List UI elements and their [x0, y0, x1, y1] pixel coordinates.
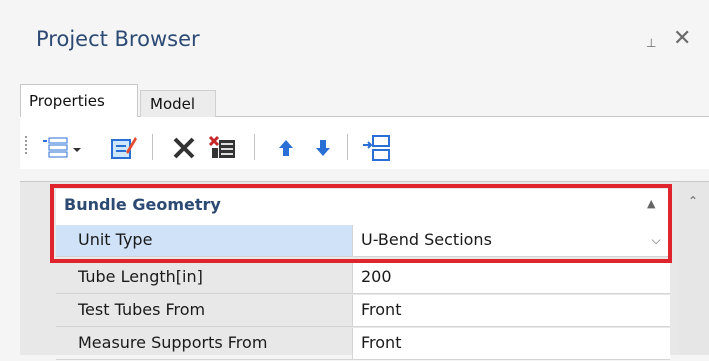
pin-icon[interactable]: ⊥ — [646, 36, 656, 50]
move-down-button[interactable] — [309, 132, 337, 164]
property-name: Tube Length[in] — [56, 262, 353, 294]
property-name: Test Tubes From — [56, 295, 353, 327]
panel-title: Project Browser — [36, 27, 200, 51]
move-up-button[interactable] — [272, 132, 300, 164]
property-row-tube-length[interactable]: Tube Length[in] 200 — [56, 262, 670, 295]
toolbar-separator — [254, 134, 255, 160]
toolbar-separator — [152, 134, 153, 160]
move-up-icon — [279, 140, 293, 156]
split-button[interactable] — [360, 132, 394, 164]
split-icon — [363, 135, 390, 161]
edit-properties-button[interactable] — [107, 132, 139, 164]
close-icon[interactable]: ✕ — [673, 28, 691, 50]
property-name: Measure Supports From — [56, 328, 353, 360]
tab-model[interactable]: Model — [140, 90, 216, 117]
property-row-measure-supports-from[interactable]: Measure Supports From Front — [56, 328, 670, 361]
property-value[interactable]: Front — [353, 295, 670, 327]
delete-all-button[interactable] — [205, 132, 241, 164]
edit-properties-icon — [111, 137, 137, 159]
tab-properties[interactable]: Properties — [20, 84, 138, 117]
highlight-annotation — [50, 184, 672, 263]
delete-all-icon — [208, 135, 235, 158]
delete-icon — [173, 137, 195, 159]
delete-button[interactable] — [168, 132, 200, 164]
property-row-test-tubes-from[interactable]: Test Tubes From Front — [56, 295, 670, 328]
scroll-up-icon[interactable]: ⌃ — [688, 194, 698, 208]
toolbar-separator — [347, 134, 348, 160]
project-browser-panel: Project Browser ⊥ ✕ Properties Model ⌃ B… — [0, 0, 709, 360]
property-value[interactable]: 200 — [353, 262, 670, 294]
categorize-dropdown-button[interactable] — [40, 132, 88, 164]
property-value[interactable]: Front — [353, 328, 670, 360]
categorize-dropdown-icon — [43, 137, 81, 158]
move-down-icon — [316, 140, 330, 156]
toolbar-grip[interactable] — [25, 136, 27, 154]
